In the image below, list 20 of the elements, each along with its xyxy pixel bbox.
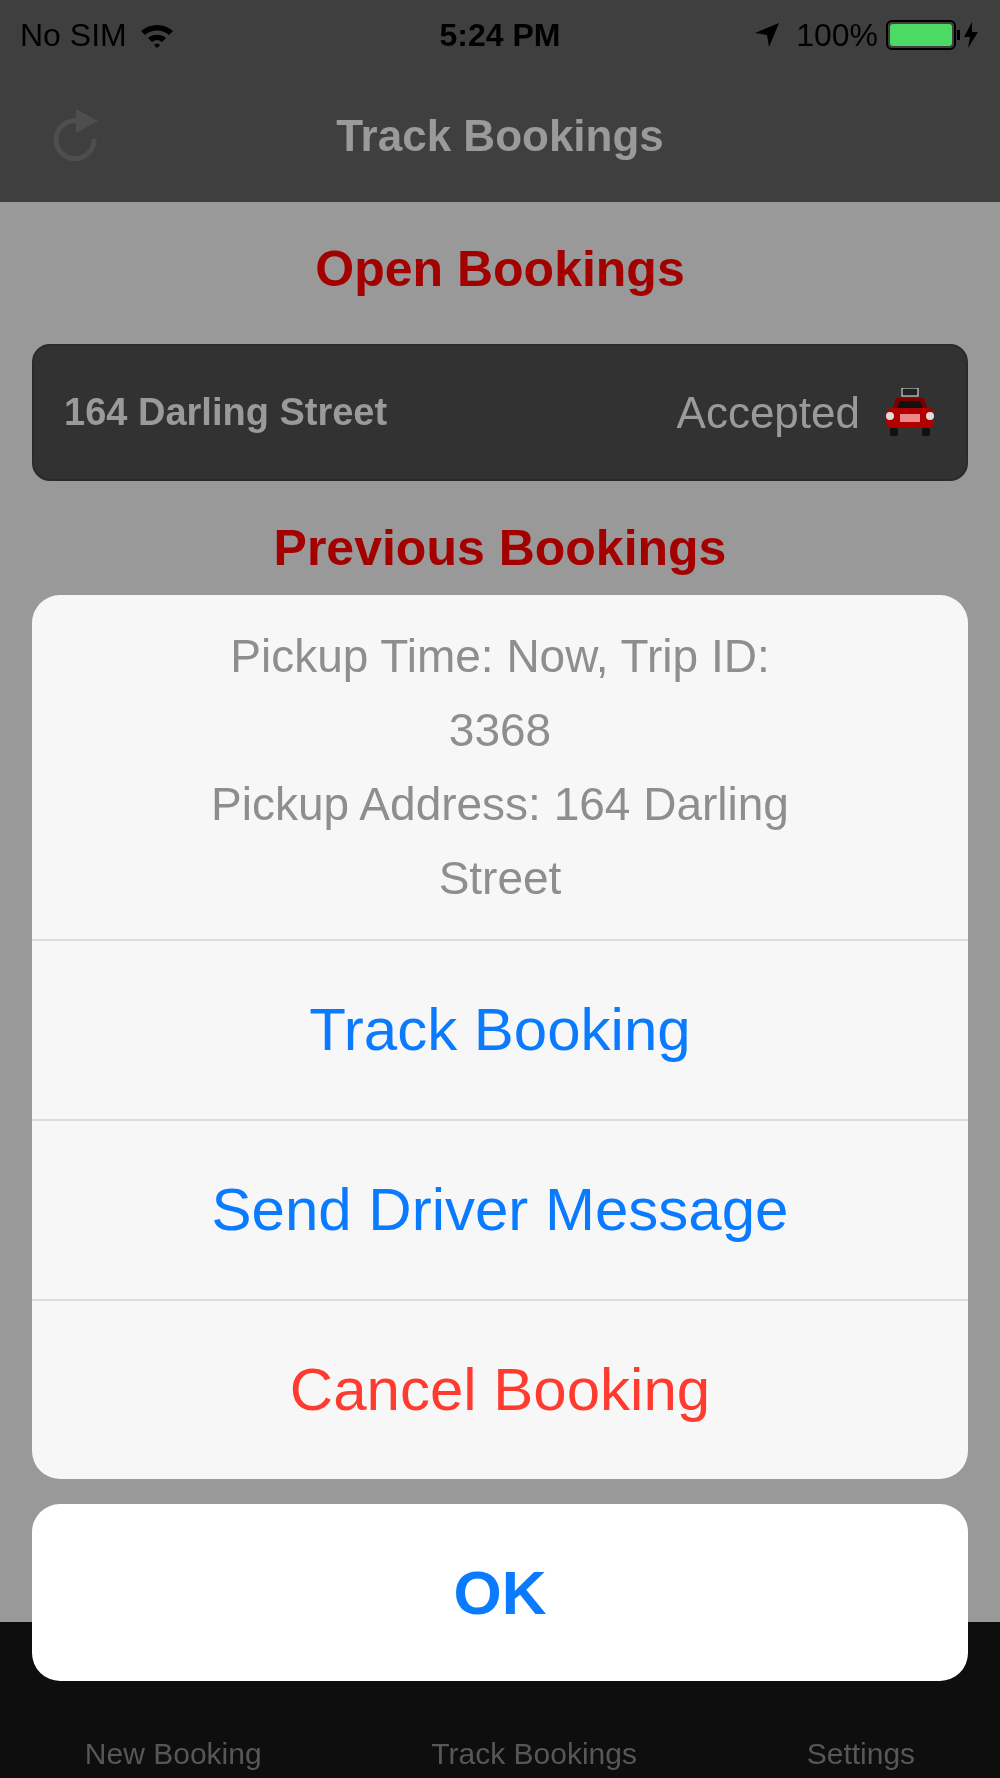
sheet-action[interactable]: Send Driver Message — [32, 1119, 968, 1299]
booking-address: 164 Darling Street — [64, 390, 388, 435]
tab-item[interactable]: New Booking — [84, 1731, 262, 1776]
location-arrow-icon — [754, 22, 781, 48]
booking-status: Accepted — [676, 386, 860, 439]
booking-row[interactable]: 164 Darling Street Accepted — [32, 344, 968, 481]
sheet-action[interactable]: Cancel Booking — [32, 1299, 968, 1479]
carrier-text: No SIM — [20, 16, 127, 55]
section-heading: Open Bookings — [315, 244, 685, 294]
tab-item[interactable]: Settings — [806, 1731, 916, 1776]
battery-charging-icon — [886, 20, 980, 50]
section-heading: Previous Bookings — [273, 523, 727, 573]
nav-title: Track Bookings — [336, 110, 664, 162]
ok-button[interactable]: OK — [32, 1504, 968, 1681]
battery-percent-text: 100% — [796, 16, 878, 55]
tab-item[interactable]: Track Bookings — [431, 1731, 637, 1776]
clock-text: 5:24 PM — [439, 16, 561, 55]
sheet-action[interactable]: Track Booking — [32, 939, 968, 1119]
sheet-message: Pickup Time: Now, Trip ID: 3368 Pickup Address: 164 Darling Street — [210, 629, 790, 906]
taxi-icon — [884, 387, 936, 438]
